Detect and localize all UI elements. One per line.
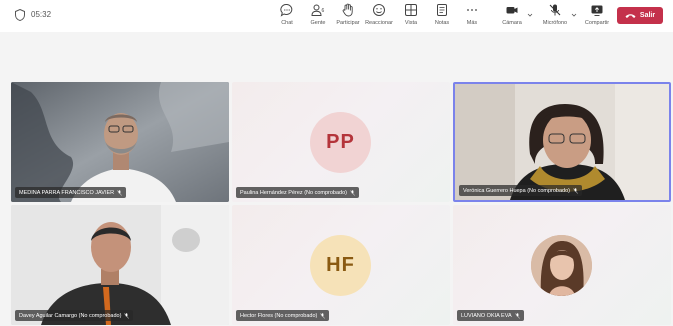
participant-video [11, 205, 229, 325]
video-stage: MEDINA PARRA FRANCISCO JAVIER PP Paulina… [0, 32, 673, 326]
camera-button[interactable]: Cámara [492, 3, 532, 31]
mic-muted-icon [124, 312, 130, 319]
participant-name-tag: Hector Flores (No comprobado) [236, 310, 330, 321]
camera-icon [506, 7, 518, 14]
more-icon [467, 9, 477, 11]
more-button[interactable]: Más [452, 3, 492, 31]
share-screen-icon [591, 5, 603, 16]
participant-tile-luviano[interactable]: LUVIANO OKIA EVA [453, 205, 671, 325]
more-label: Más [466, 20, 478, 26]
participant-tile-hector[interactable]: HF Hector Flores (No comprobado) [232, 205, 450, 325]
profile-photo [531, 235, 592, 296]
share-button[interactable]: Compartir [577, 3, 617, 31]
participant-name: Paulina Hernández Pérez (No comprobado) [240, 189, 348, 196]
leave-label: Salir [639, 12, 656, 19]
participant-tile-davey[interactable]: Davey Aguilar Camargo (No comprobado) [11, 205, 229, 325]
svg-text:6: 6 [322, 8, 325, 14]
shield-icon [15, 9, 25, 21]
mic-button[interactable]: Micrófono [535, 3, 575, 31]
mic-muted-icon [117, 189, 123, 196]
participant-name-tag: Verónica Guerrero Huepa (No comprobado) [459, 185, 583, 196]
participant-name: LUVIANO OKIA EVA [461, 312, 512, 319]
participant-photo-avatar [531, 235, 592, 296]
participant-tile-veronica[interactable]: Verónica Guerrero Huepa (No comprobado) [453, 82, 671, 202]
mic-muted-icon [549, 4, 561, 16]
participant-avatar: HF [310, 235, 371, 296]
participant-avatar: PP [310, 112, 371, 173]
participant-tile-medina[interactable]: MEDINA PARRA FRANCISCO JAVIER [11, 82, 229, 202]
participant-video [455, 84, 669, 200]
leave-button[interactable]: Salir [617, 7, 663, 24]
people-icon: 6 [311, 4, 325, 16]
mic-label: Micrófono [542, 20, 568, 26]
participant-name: Hector Flores (No comprobado) [240, 312, 318, 319]
camera-label: Cámara [502, 20, 522, 26]
chat-icon [280, 3, 293, 17]
smiley-icon [373, 4, 385, 16]
participant-video [11, 82, 229, 202]
mic-muted-icon [350, 189, 355, 196]
participant-name-tag: Paulina Hernández Pérez (No comprobado) [236, 187, 360, 198]
grid-view-icon [405, 4, 417, 16]
participant-tile-paulina[interactable]: PP Paulina Hernández Pérez (No comprobad… [232, 82, 450, 202]
camera-options-chevron-icon[interactable] [527, 12, 533, 18]
mic-muted-icon [320, 312, 326, 319]
participant-name-tag: Davey Aguilar Camargo (No comprobado) [15, 310, 134, 321]
mic-muted-icon [514, 312, 520, 319]
participant-name: Verónica Guerrero Huepa (No comprobado) [463, 187, 571, 194]
notes-icon [437, 4, 447, 16]
hand-icon [342, 3, 353, 17]
participant-name: MEDINA PARRA FRANCISCO JAVIER [19, 189, 115, 196]
mic-muted-icon [573, 187, 578, 194]
phone-hangup-icon [625, 14, 636, 18]
meeting-timer: 05:32 [31, 10, 52, 19]
participant-name: Davey Aguilar Camargo (No comprobado) [19, 312, 122, 319]
share-label: Compartir [584, 20, 610, 26]
participant-name-tag: MEDINA PARRA FRANCISCO JAVIER [15, 187, 127, 198]
meeting-toolbar: 05:32 Chat 6 Gente Participar Reaccionar… [0, 0, 673, 32]
participant-name-tag: LUVIANO OKIA EVA [457, 310, 524, 321]
